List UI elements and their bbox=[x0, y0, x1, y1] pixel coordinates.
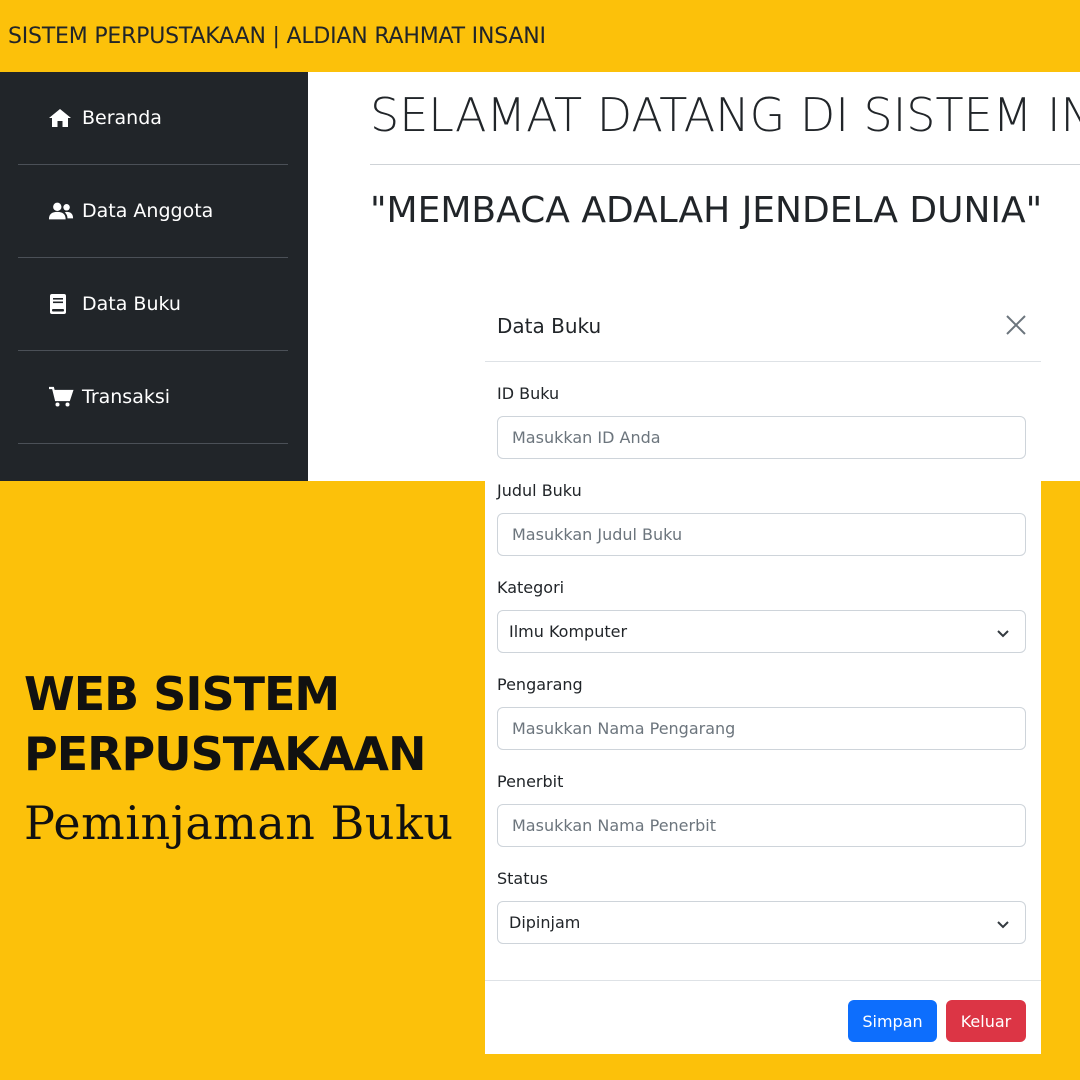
close-icon[interactable] bbox=[1003, 312, 1029, 338]
simpan-button[interactable]: Simpan bbox=[848, 1000, 937, 1042]
sidebar-item-transaksi[interactable]: Transaksi bbox=[18, 351, 288, 444]
modal-footer: Simpan Keluar bbox=[485, 980, 1041, 1054]
kategori-value: Ilmu Komputer bbox=[509, 622, 628, 641]
cart-icon bbox=[48, 386, 74, 408]
users-icon bbox=[48, 200, 74, 222]
promo-title: WEB SISTEM PERPUSTAKAAN bbox=[24, 664, 484, 784]
sidebar-item-label: Beranda bbox=[82, 107, 162, 129]
chevron-down-icon bbox=[995, 625, 1011, 641]
penerbit-label: Penerbit bbox=[497, 772, 564, 791]
modal-header: Data Buku bbox=[485, 290, 1041, 362]
keluar-button[interactable]: Keluar bbox=[946, 1000, 1026, 1042]
kategori-select[interactable]: Ilmu Komputer bbox=[497, 610, 1026, 653]
penerbit-input[interactable] bbox=[497, 804, 1026, 847]
id-buku-input[interactable] bbox=[497, 416, 1026, 459]
promo-title-line2: PERPUSTAKAAN bbox=[24, 727, 427, 781]
divider bbox=[370, 164, 1080, 165]
pengarang-input[interactable] bbox=[497, 707, 1026, 750]
data-buku-modal: Data Buku ID Buku Judul Buku Kategori Il… bbox=[485, 290, 1041, 1054]
sidebar-item-label: Data Anggota bbox=[82, 200, 214, 222]
sidebar-item-label: Data Buku bbox=[82, 293, 181, 315]
sidebar-item-label: Transaksi bbox=[82, 386, 171, 408]
kategori-label: Kategori bbox=[497, 578, 565, 597]
home-icon bbox=[48, 107, 74, 129]
book-icon bbox=[48, 293, 74, 315]
sidebar-item-beranda[interactable]: Beranda bbox=[18, 72, 288, 165]
top-bar: SISTEM PERPUSTAKAAN | ALDIAN RAHMAT INSA… bbox=[0, 0, 1080, 72]
status-select[interactable]: Dipinjam bbox=[497, 901, 1026, 944]
status-label: Status bbox=[497, 869, 548, 888]
sidebar-item-data-anggota[interactable]: Data Anggota bbox=[18, 165, 288, 258]
quote-heading: "MEMBACA ADALAH JENDELA DUNIA" bbox=[370, 190, 1043, 231]
modal-title: Data Buku bbox=[497, 314, 602, 338]
judul-buku-input[interactable] bbox=[497, 513, 1026, 556]
promo-title-line1: WEB SISTEM bbox=[24, 667, 340, 721]
promo-subtitle: Peminjaman Buku bbox=[24, 796, 454, 850]
sidebar-item-data-buku[interactable]: Data Buku bbox=[18, 258, 288, 351]
pengarang-label: Pengarang bbox=[497, 675, 583, 694]
sidebar: Beranda Data Anggota Data Buku Transaksi bbox=[0, 72, 308, 481]
chevron-down-icon bbox=[995, 916, 1011, 932]
judul-buku-label: Judul Buku bbox=[497, 481, 582, 500]
status-value: Dipinjam bbox=[509, 913, 581, 932]
welcome-heading: SELAMAT DATANG DI SISTEM IN bbox=[370, 88, 1080, 142]
app-title: SISTEM PERPUSTAKAAN | ALDIAN RAHMAT INSA… bbox=[8, 24, 546, 49]
id-buku-label: ID Buku bbox=[497, 384, 560, 403]
